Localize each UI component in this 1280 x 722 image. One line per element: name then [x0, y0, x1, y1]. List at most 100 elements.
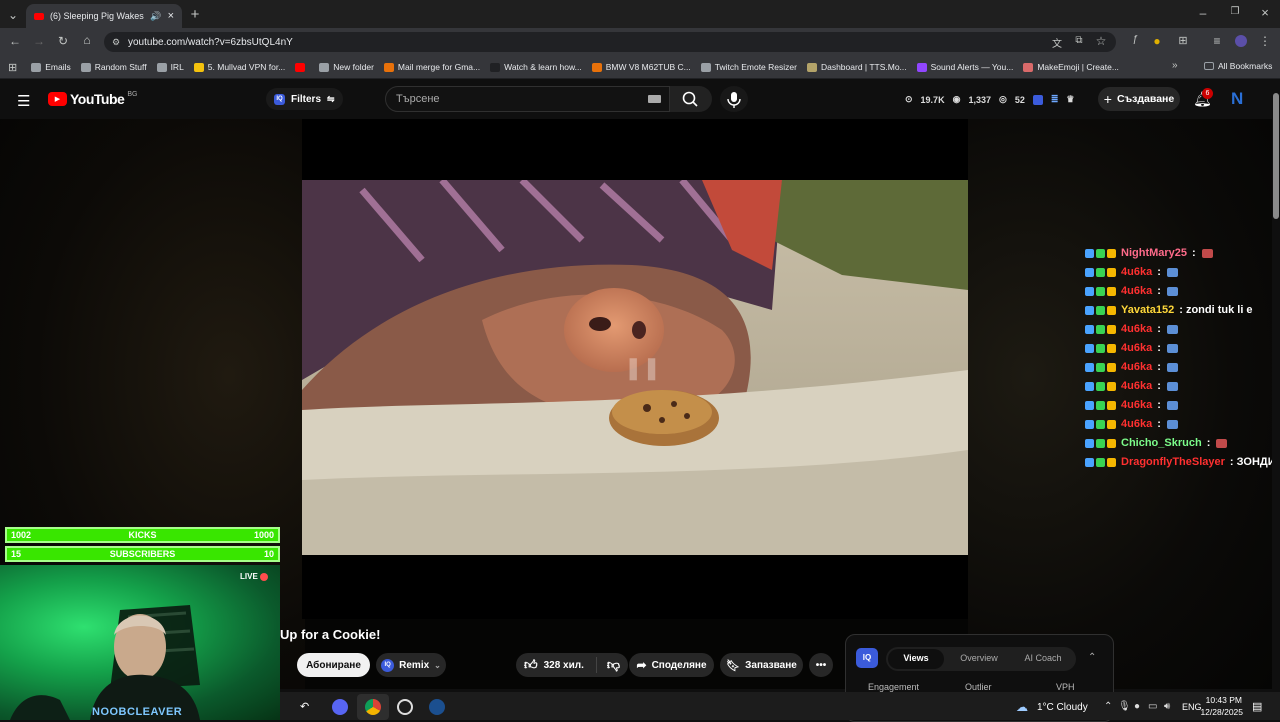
chat-username: 4u6ka — [1121, 285, 1153, 297]
profile-avatar-icon[interactable] — [1235, 35, 1247, 47]
tray-volume-icon[interactable]: 🔊︎ — [1164, 701, 1170, 712]
taskbar-obs-icon[interactable] — [397, 699, 413, 715]
scrollbar-thumb[interactable] — [1273, 93, 1279, 219]
extensions-puzzle-icon[interactable]: ⊞ — [1176, 34, 1190, 47]
bookmark-item[interactable]: Random Stuff — [80, 62, 147, 72]
bookmark-item[interactable]: Twitch Emote Resizer — [700, 62, 797, 72]
extension-icon[interactable]: ● — [1150, 34, 1164, 48]
back-icon[interactable]: ← — [8, 34, 22, 48]
chevron-down-icon: ⌄ — [434, 660, 441, 670]
webcam-overlay: LIVE NOOBCLEAVER — [0, 565, 280, 720]
tray-network-icon[interactable]: ▭ — [1148, 701, 1157, 712]
share-button[interactable]: ➦ Споделяне — [629, 653, 714, 677]
save-button[interactable]: 🔖︎ Запазване — [720, 653, 803, 677]
more-bookmarks-icon[interactable]: » — [1172, 60, 1178, 71]
hamburger-menu-icon[interactable]: ☰ — [17, 92, 31, 110]
page-scrollbar[interactable] — [1272, 79, 1280, 692]
search-input[interactable]: Търсене — [385, 86, 670, 112]
chat-badge-icon — [1107, 343, 1116, 353]
reload-icon[interactable]: ↻ — [56, 34, 70, 48]
weather-text[interactable]: 1°C Cloudy — [1037, 702, 1088, 713]
weather-icon[interactable]: ☁ — [1016, 700, 1028, 714]
notification-center-icon[interactable]: ▤ — [1252, 700, 1262, 713]
chat-username: 4u6ka — [1121, 323, 1153, 335]
bookmark-item[interactable]: New folder — [319, 62, 374, 72]
bookmark-item[interactable]: IRL — [156, 62, 184, 72]
speaker-icon[interactable]: 🔊 — [150, 11, 161, 22]
tray-app-icon[interactable]: ● — [1134, 701, 1140, 712]
voice-search-button[interactable] — [720, 86, 748, 112]
minimize-icon[interactable]: – — [1196, 6, 1210, 20]
bookmark-item[interactable]: Watch & learn how... — [490, 62, 582, 72]
create-button[interactable]: + Създаване — [1098, 87, 1180, 111]
bookmark-item[interactable]: Sound Alerts — You... — [916, 62, 1013, 72]
new-tab-icon[interactable]: + — [188, 6, 202, 23]
restore-icon[interactable]: ❐ — [1228, 6, 1242, 17]
browser-tab[interactable]: (6) Sleeping Pig Wakes Up 🔊 × — [26, 4, 182, 28]
like-icon[interactable]: 👍︎ — [524, 657, 538, 673]
tab-overview[interactable]: Overview — [950, 653, 1008, 663]
video-frame[interactable]: ❚❚ — [302, 180, 968, 555]
install-app-icon[interactable]: ⧉ — [1072, 35, 1086, 46]
translate-icon[interactable]: 文 — [1050, 35, 1064, 50]
search-button[interactable] — [670, 86, 712, 112]
tray-chevron-icon[interactable]: ⌃ — [1104, 701, 1112, 712]
tab-search-chevron-icon[interactable]: ⌄ — [6, 8, 20, 22]
bookmark-item[interactable]: BMW V8 M62TUB C... — [591, 62, 691, 72]
account-avatar[interactable]: N — [1231, 89, 1249, 109]
bookmark-favicon-icon — [916, 62, 927, 72]
subscribe-button[interactable]: Абониране — [297, 653, 370, 677]
address-bar[interactable]: ⚙ youtube.com/watch?v=6zbsUtQL4nY — [104, 32, 1116, 52]
bookmark-item[interactable]: Emails — [31, 62, 71, 72]
filters-button[interactable]: IQ Filters ⇋ — [266, 88, 343, 110]
forward-icon[interactable]: → — [32, 34, 46, 48]
bookmark-item[interactable]: MakeEmoji | Create... — [1023, 62, 1119, 72]
bookmark-item[interactable]: Mail merge for Gma... — [383, 62, 480, 72]
bookmark-star-icon[interactable]: ☆ — [1094, 34, 1108, 48]
dislike-icon[interactable]: 👎︎ — [607, 657, 620, 673]
taskbar-back-icon[interactable]: ↶ — [300, 700, 309, 713]
chat-message: 4u6ka: — [1085, 418, 1178, 430]
stat-count-2: 1,337 — [968, 94, 991, 105]
chat-badge-icon — [1096, 381, 1105, 391]
chat-badge-icon — [1107, 438, 1116, 448]
chat-badge-icon — [1096, 267, 1105, 277]
bookmark-item[interactable]: 5. Mullvad VPN for... — [193, 62, 285, 72]
chat-badge-icon — [1096, 305, 1105, 315]
taskbar-discord-icon[interactable] — [332, 699, 348, 715]
bookmark-favicon-icon — [31, 62, 42, 72]
keyboard-icon[interactable] — [648, 95, 661, 103]
extension-fx-icon[interactable]: ƒ — [1128, 34, 1142, 45]
tab-ai-coach[interactable]: AI Coach — [1012, 653, 1074, 663]
all-bookmarks[interactable]: All Bookmarks — [1204, 61, 1272, 71]
chat-text: : — [1157, 285, 1161, 297]
bookmark-favicon-icon — [193, 62, 204, 72]
home-icon[interactable]: ⌂ — [80, 33, 94, 47]
close-window-icon[interactable]: × — [1258, 5, 1272, 20]
chat-badge-icon — [1096, 419, 1105, 429]
bookmark-item[interactable]: Dashboard | TTS.Mo... — [806, 62, 907, 72]
youtube-logo[interactable]: ▶ YouTube BG — [48, 91, 137, 107]
bookmark-item[interactable] — [295, 62, 309, 72]
more-actions-button[interactable]: ••• — [809, 653, 833, 677]
vidiq-badge-icon[interactable] — [1032, 94, 1043, 105]
browser-menu-icon[interactable]: ⋮ — [1258, 34, 1272, 48]
clock-date[interactable]: 12/28/2025 — [1200, 707, 1243, 717]
chat-badge-icon — [1085, 381, 1094, 391]
tab-close-icon[interactable]: × — [168, 10, 174, 22]
list-icon[interactable]: ≣ — [1051, 94, 1059, 105]
subs-current: 15 — [11, 549, 22, 559]
trophy-icon[interactable]: ♛ — [1066, 94, 1074, 105]
language-indicator[interactable]: ENG — [1182, 702, 1202, 712]
like-count[interactable]: 328 хил. — [544, 660, 584, 671]
clock-time[interactable]: 10:43 PM — [1204, 695, 1242, 705]
tray-mic-icon[interactable]: 🎙︎ — [1118, 701, 1131, 712]
site-info-icon[interactable]: ⚙ — [112, 37, 120, 48]
remix-button[interactable]: IQ Remix ⌄ — [376, 653, 446, 677]
tab-views[interactable]: Views — [888, 653, 944, 663]
apps-grid-icon[interactable]: ⊞ — [8, 61, 17, 74]
taskbar-steam-icon[interactable] — [429, 699, 445, 715]
media-controls-icon[interactable]: ≡ — [1210, 34, 1224, 48]
collapse-chevron-icon[interactable]: ⌃ — [1088, 652, 1096, 663]
taskbar-chrome-icon[interactable] — [365, 699, 381, 715]
